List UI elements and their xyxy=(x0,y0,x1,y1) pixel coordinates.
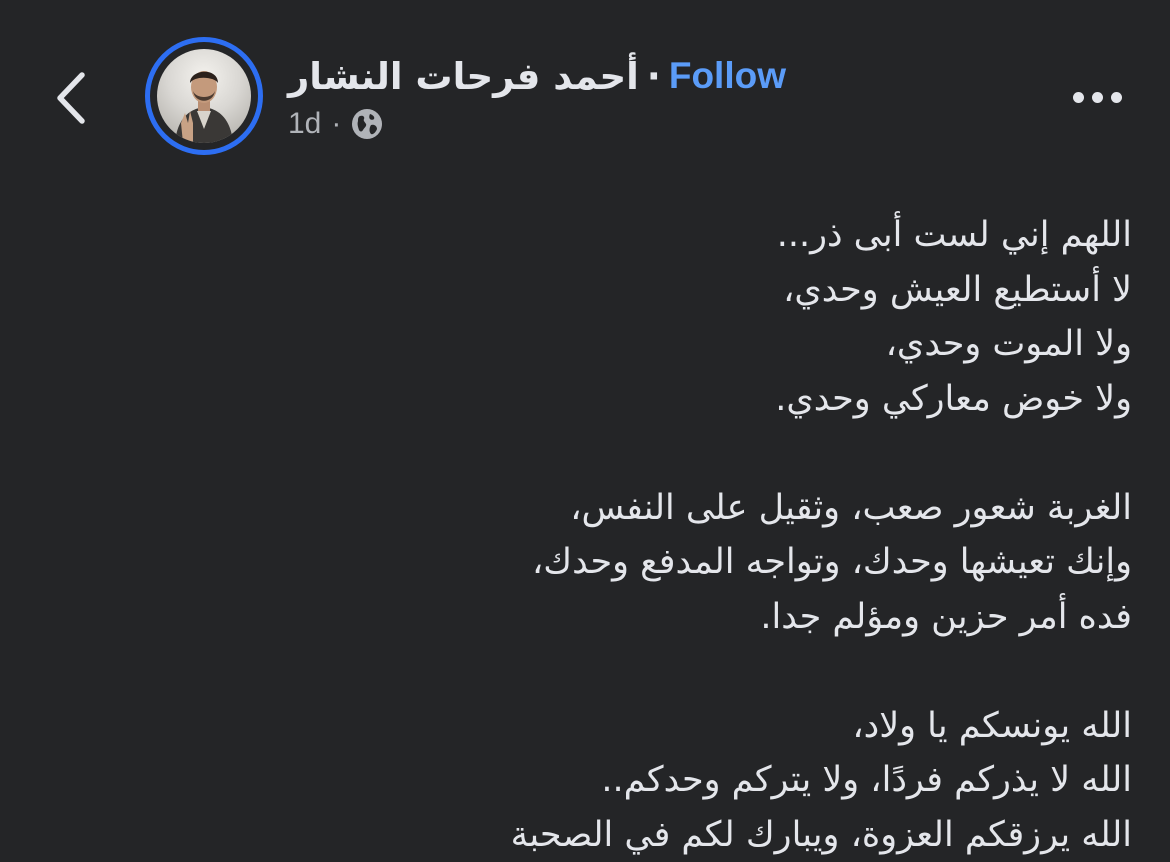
post-line: ولا الموت وحدي، xyxy=(432,317,1132,372)
post-line: الغربة شعور صعب، وثقيل على النفس، xyxy=(432,481,1132,536)
post-paragraph: الله يونسكم يا ولاد، الله لا يذركم فردًا… xyxy=(432,699,1132,862)
chevron-left-icon xyxy=(48,62,98,132)
avatar-photo xyxy=(157,49,251,143)
post-line: فده أمر حزين ومؤلم جدا. xyxy=(432,590,1132,645)
avatar[interactable] xyxy=(157,49,251,143)
post-line: ولا خوض معاركي وحدي. xyxy=(432,372,1132,427)
post-text: اللهم إني لست أبى ذر... لا أستطيع العيش … xyxy=(432,208,1132,862)
avatar-story-ring[interactable] xyxy=(145,37,263,155)
follow-button[interactable]: Follow xyxy=(669,55,786,97)
post-timestamp[interactable]: 1d xyxy=(288,107,321,141)
post-line: الله يرزقكم العزوة، ويبارك لكم في الصحبة xyxy=(432,808,1132,862)
more-options-button[interactable] xyxy=(1062,84,1132,110)
post-paragraph: الغربة شعور صعب، وثقيل على النفس، وإنك ت… xyxy=(432,481,1132,645)
post-line: اللهم إني لست أبى ذر... xyxy=(432,208,1132,263)
more-horizontal-icon-dot xyxy=(1092,92,1103,103)
meta-separator: · xyxy=(331,107,341,141)
more-horizontal-icon-dot xyxy=(1111,92,1122,103)
post-meta: 1d · xyxy=(288,104,383,144)
more-horizontal-icon xyxy=(1073,92,1084,103)
post-line: لا أستطيع العيش وحدي، xyxy=(432,263,1132,318)
globe-icon[interactable] xyxy=(351,108,383,140)
author-name[interactable]: أحمد فرحات النشار xyxy=(288,55,639,98)
post-line: وإنك تعيشها وحدك، وتواجه المدفع وحدك، xyxy=(432,535,1132,590)
post-line: الله لا يذركم فردًا، ولا يتركم وحدكم.. xyxy=(432,753,1132,808)
post-paragraph: اللهم إني لست أبى ذر... لا أستطيع العيش … xyxy=(432,208,1132,426)
back-button[interactable] xyxy=(48,62,98,132)
post-header-title: أحمد فرحات النشار · Follow xyxy=(288,48,786,104)
paragraph-spacer xyxy=(432,644,1132,699)
paragraph-spacer xyxy=(432,426,1132,481)
title-separator: · xyxy=(647,55,661,98)
post-line: الله يونسكم يا ولاد، xyxy=(432,699,1132,754)
